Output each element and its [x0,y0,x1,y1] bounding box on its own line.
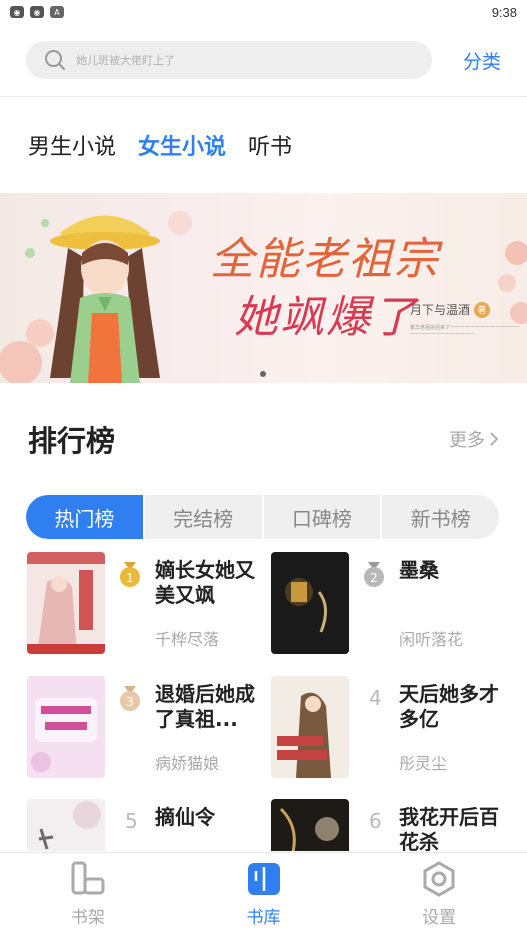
gold-medal-icon: 1 [120,562,140,587]
book-title: 天后她多才多亿 [399,682,499,731]
category-link[interactable]: 分类 [463,47,501,74]
book-author: 千桦尽落 [155,630,220,649]
book-cover [27,552,105,654]
banner-title-line1: 全能老祖宗 [210,234,440,285]
book-author: 闲听落花 [399,630,464,649]
search-placeholder: 她儿斑被大佬盯上了 [76,54,175,67]
book-title: 嫡长女她又美又飒 [155,558,255,607]
book-cover [27,676,105,778]
medal-rank-1: 1 [126,571,134,585]
banner-author: 月下与温酒 著 [410,301,491,318]
bottom-nav: 书架 书库 设置 [0,852,527,936]
search-input[interactable]: 她儿斑被大佬盯上了 [26,41,432,79]
nav-bookshelf[interactable]: 书架 [0,853,176,936]
channel-tabs: 男生小说 女生小说 听书 [0,97,527,193]
status-time: 9:38 [491,4,517,20]
book-cover [27,799,105,851]
promo-banner[interactable]: 全能老祖宗 她飒爆了 月下与温酒 著 繁华老祖宗回来了一一一一一一一一一一一一一… [0,193,527,383]
book-item-5[interactable]: 5 摘仙令 [27,799,267,851]
app-icon-2: ◉ [30,6,44,18]
library-icon [247,863,280,895]
banner-author-name: 月下与温酒 [410,303,471,317]
ranking-title: 排行榜 [28,424,116,458]
book-title: 退婚后她成了真祖... [155,682,255,731]
more-link[interactable]: 更多 [449,426,499,452]
rank-number: 6 [369,809,382,833]
rank-number: 5 [125,809,138,833]
top-header: 她儿斑被大佬盯上了 分类 [0,24,527,96]
app-icon-1: ◉ [10,6,24,18]
segment-new[interactable]: 新书榜 [380,495,499,539]
book-item-1[interactable]: 1 嫡长女她又美又飒 千桦尽落 [27,552,267,662]
book-cover [271,552,349,654]
medal-rank-3: 3 [126,695,134,709]
banner-title-line2: 她飒爆了 [234,292,418,343]
book-title: 我花开后百花杀 [399,805,499,851]
tab-audiobooks[interactable]: 听书 [248,129,292,161]
book-item-2[interactable]: 2 墨桑 闲听落花 [271,552,511,662]
segment-reputation[interactable]: 口碑榜 [261,495,381,539]
segment-hot[interactable]: 热门榜 [26,495,143,539]
nav-settings-label: 设置 [422,908,457,928]
segment-completed[interactable]: 完结榜 [142,495,262,539]
ranking-segments: 热门榜 完结榜 口碑榜 新书榜 [26,495,499,539]
rank-number: 4 [369,686,382,710]
tab-female-novels[interactable]: 女生小说 [138,129,226,161]
search-icon [45,50,65,70]
book-title: 墨桑 [399,558,439,582]
book-author: 病娇猫娘 [155,754,220,773]
ranking-header: 排行榜 更多 [0,383,527,495]
nav-library-label: 书库 [246,908,281,928]
book-cover [271,676,349,778]
medal-rank-2: 2 [370,571,378,585]
ranking-list: 1 嫡长女她又美又飒 千桦尽落 2 墨桑 闲听落花 3 退婚后她成了真祖... … [0,550,527,851]
silver-medal-icon: 2 [364,562,384,587]
chevron-right-icon [490,432,499,446]
book-item-6[interactable]: 6 我花开后百花杀 [271,799,511,851]
a-icon: A [50,6,64,18]
nav-bookshelf-label: 书架 [70,908,105,928]
nav-settings[interactable]: 设置 [351,853,527,936]
banner-flowers [498,241,527,324]
book-item-3[interactable]: 3 退婚后她成了真祖... 病娇猫娘 [27,676,267,786]
status-bar: ◉ ◉ A 9:38 [0,0,527,24]
book-title: 摘仙令 [155,805,215,829]
tab-male-novels[interactable]: 男生小说 [28,129,116,161]
bronze-medal-icon: 3 [120,686,140,711]
book-author: 彤灵尘 [399,754,448,773]
book-cover [271,799,349,851]
book-item-4[interactable]: 4 天后她多才多亿 彤灵尘 [271,676,511,786]
more-label: 更多 [449,430,485,451]
banner-illustration [0,211,192,383]
bookshelf-icon [71,861,105,895]
carousel-indicator [260,371,266,377]
settings-icon [423,861,455,897]
nav-library[interactable]: 书库 [176,853,352,936]
